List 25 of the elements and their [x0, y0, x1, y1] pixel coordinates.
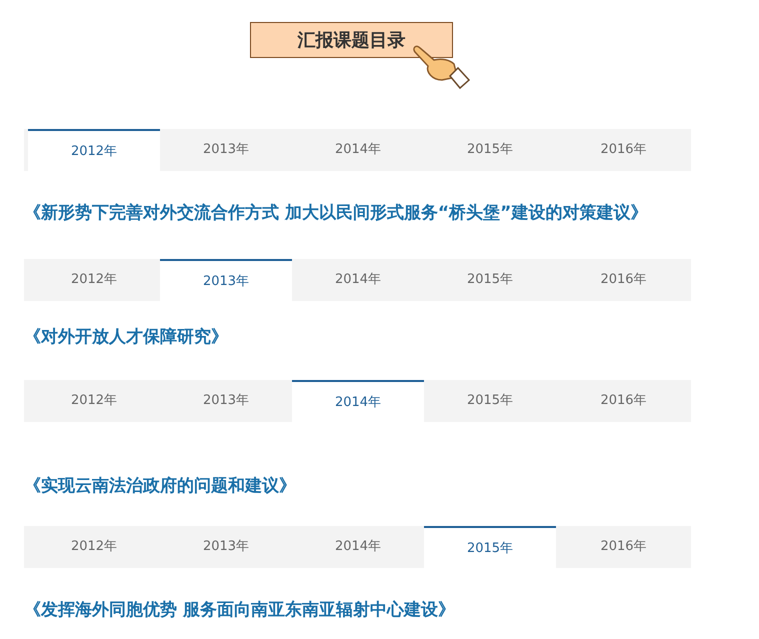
topic-title: 《新形势下完善对外交流合作方式 加大以民间形式服务“桥头堡”建设的对策建议》: [24, 202, 648, 225]
topic-title: 《实现云南法治政府的问题和建议》: [24, 475, 297, 498]
year-tab[interactable]: 2012年: [28, 129, 160, 171]
year-tab[interactable]: 2012年: [28, 258, 160, 300]
year-tab[interactable]: 2014年: [292, 129, 424, 171]
year-tab[interactable]: 2015年: [424, 526, 556, 568]
directory-heading: 汇报课题目录: [250, 22, 453, 58]
year-tab[interactable]: 2015年: [424, 380, 556, 422]
year-tab[interactable]: 2016年: [556, 380, 691, 422]
year-tab[interactable]: 2013年: [160, 380, 292, 422]
topic-title: 《对外开放人才保障研究》: [24, 326, 229, 348]
year-tab[interactable]: 2014年: [292, 526, 424, 568]
year-tab[interactable]: 2014年: [292, 380, 424, 422]
year-tab[interactable]: 2013年: [160, 129, 292, 171]
year-tab[interactable]: 2012年: [28, 380, 160, 422]
year-tab[interactable]: 2013年: [160, 526, 292, 568]
year-tab[interactable]: 2016年: [556, 129, 691, 171]
year-tab[interactable]: 2012年: [28, 526, 160, 568]
year-tab[interactable]: 2015年: [424, 258, 556, 300]
year-tab[interactable]: 2016年: [556, 526, 691, 568]
year-tab[interactable]: 2016年: [556, 258, 691, 300]
year-tab[interactable]: 2014年: [292, 258, 424, 300]
topic-title: 《发挥海外同胞优势 服务面向南亚东南亚辐射中心建设》: [24, 598, 456, 622]
year-tab[interactable]: 2015年: [424, 129, 556, 171]
year-tab[interactable]: 2013年: [160, 258, 292, 300]
